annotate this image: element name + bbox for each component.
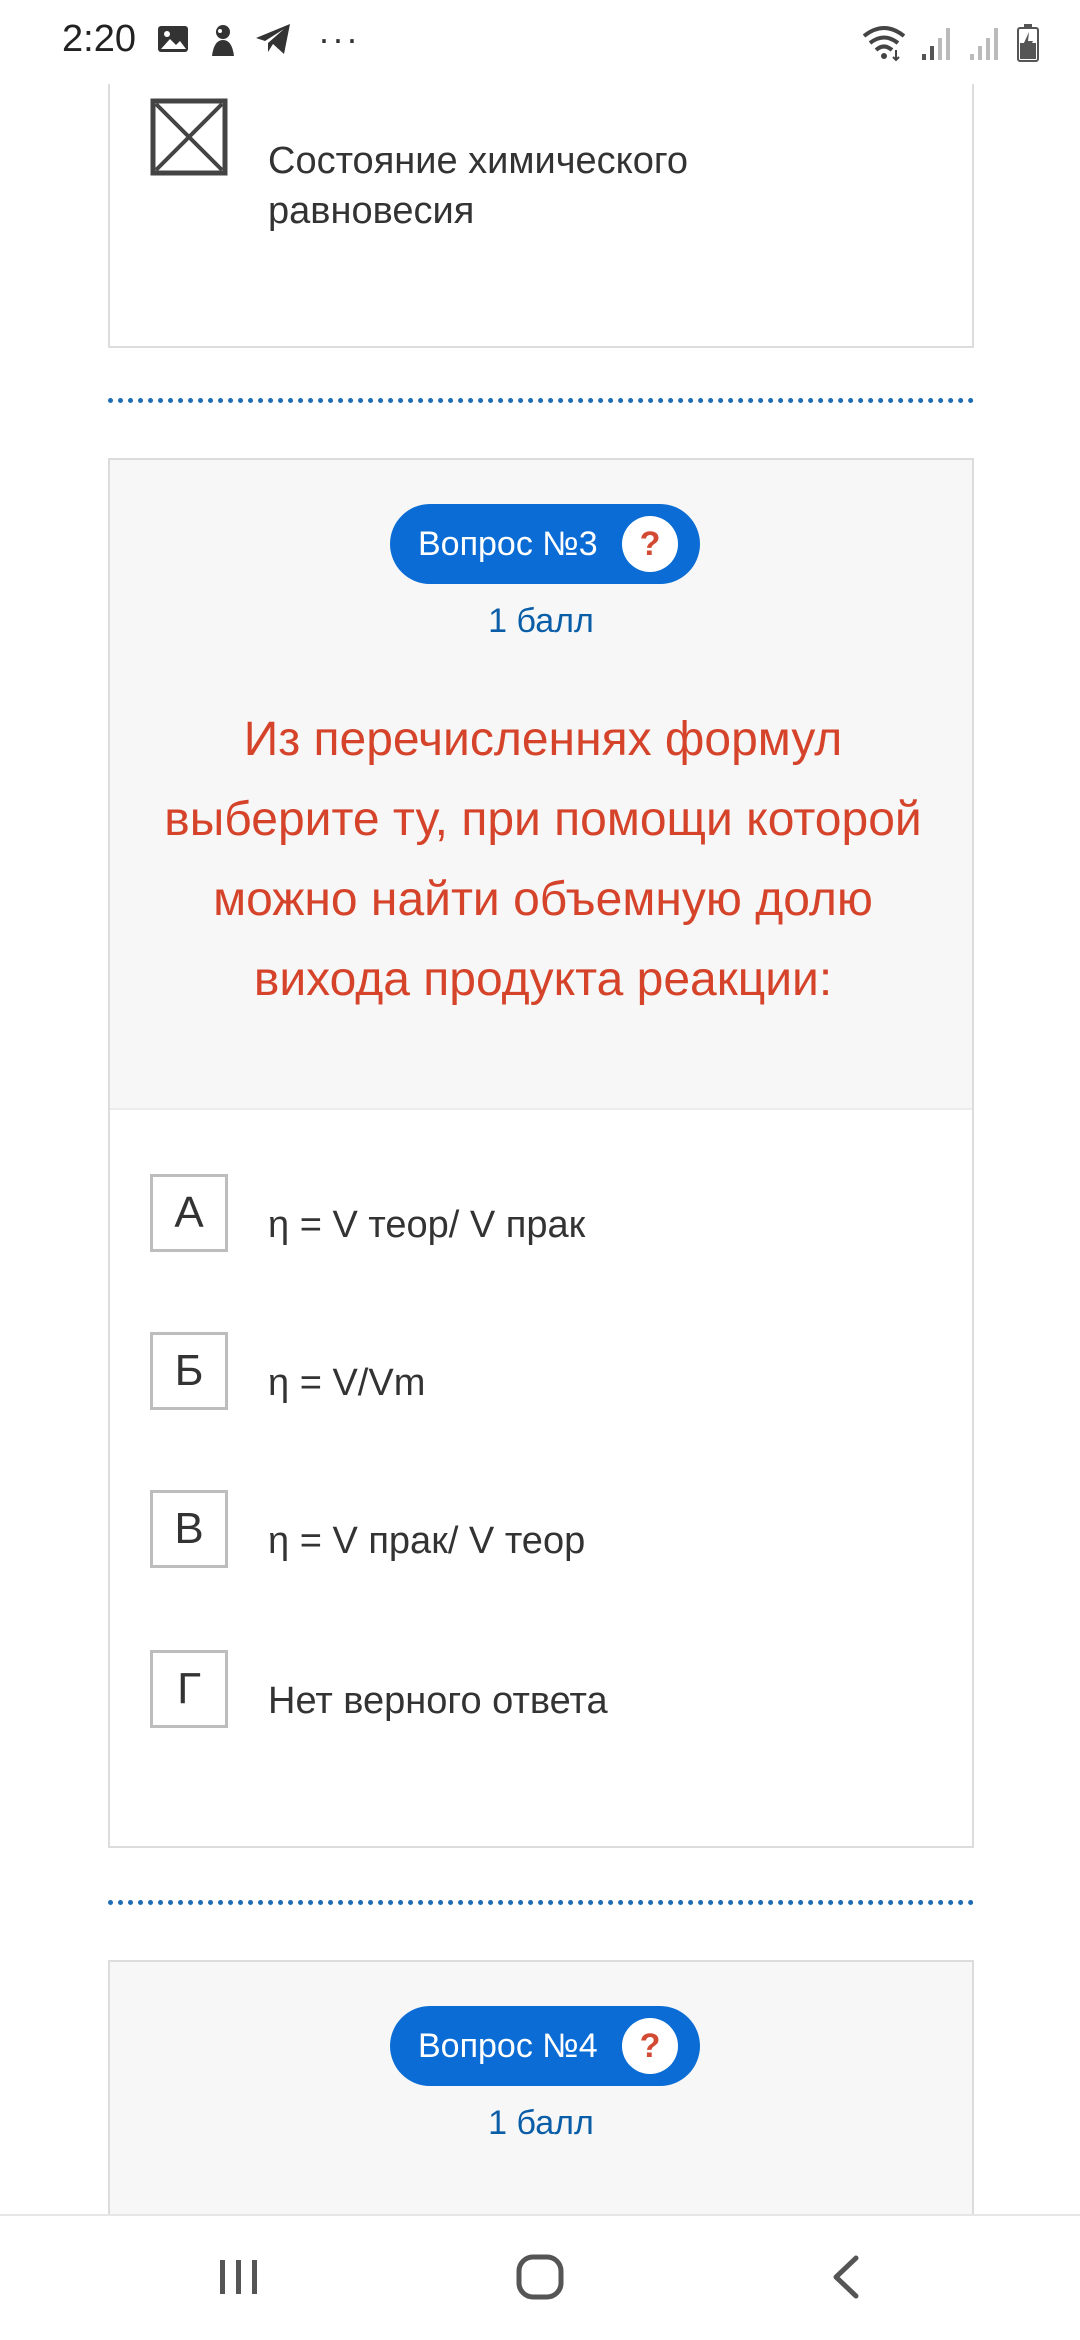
back-icon[interactable] xyxy=(826,2252,866,2307)
option-text: Нет верного ответа xyxy=(268,1680,608,1722)
question-number-label: Вопрос №3 xyxy=(418,524,598,563)
question-card: Вопрос №4 ? 1 балл xyxy=(108,1960,974,2220)
image-icon xyxy=(156,22,190,61)
previous-option-text: Состояние химического равновесия xyxy=(268,140,689,232)
help-icon[interactable]: ? xyxy=(622,2018,678,2074)
section-divider xyxy=(108,398,974,403)
option-letter-box[interactable]: В xyxy=(150,1490,228,1568)
wifi-icon xyxy=(862,26,906,62)
answer-option[interactable]: А η = V теор/ V прак xyxy=(150,1174,940,1284)
home-icon[interactable] xyxy=(514,2252,568,2307)
option-crossed-checkbox[interactable] xyxy=(150,98,228,176)
option-text: η = V/Vm xyxy=(268,1362,426,1404)
previous-answer-card: Состояние химического равновесия xyxy=(108,84,974,348)
answer-option[interactable]: Г Нет верного ответа xyxy=(150,1650,940,1760)
question-number-badge: Вопрос №4 ? xyxy=(390,2006,700,2086)
question-text: Из перечисленнях формул выберите ту, при… xyxy=(164,713,922,1006)
question-number-badge: Вопрос №3 ? xyxy=(390,504,700,584)
option-text: η = V прак/ V теор xyxy=(268,1520,586,1562)
app-notification-icon xyxy=(206,22,240,65)
section-divider xyxy=(108,1900,974,1905)
recent-apps-icon[interactable] xyxy=(214,2252,264,2307)
status-bar: 2:20 ··· xyxy=(0,0,1080,84)
signal-1-icon xyxy=(922,28,950,60)
option-letter-box[interactable]: А xyxy=(150,1174,228,1252)
signal-2-icon xyxy=(970,28,998,60)
option-text: η = V теор/ V прак xyxy=(268,1204,586,1246)
answer-option[interactable]: В η = V прак/ V теор xyxy=(150,1490,940,1600)
status-time: 2:20 xyxy=(62,18,136,60)
option-letter-box[interactable]: Г xyxy=(150,1650,228,1728)
question-header: Вопрос №3 ? 1 балл Из перечисленнях форм… xyxy=(110,460,972,1110)
telegram-icon xyxy=(254,22,292,61)
battery-charging-icon xyxy=(1017,24,1039,62)
question-number-label: Вопрос №4 xyxy=(418,2026,598,2065)
question-points: 1 балл xyxy=(488,2104,594,2142)
option-letter-box[interactable]: Б xyxy=(150,1332,228,1410)
question-header: Вопрос №4 ? 1 балл xyxy=(110,1962,972,2220)
question-points: 1 балл xyxy=(488,602,594,640)
more-icon: ··· xyxy=(318,18,360,59)
help-icon[interactable]: ? xyxy=(622,516,678,572)
answer-option[interactable]: Б η = V/Vm xyxy=(150,1332,940,1442)
question-card: Вопрос №3 ? 1 балл Из перечисленнях форм… xyxy=(108,458,974,1848)
navigation-bar xyxy=(0,2214,1080,2340)
